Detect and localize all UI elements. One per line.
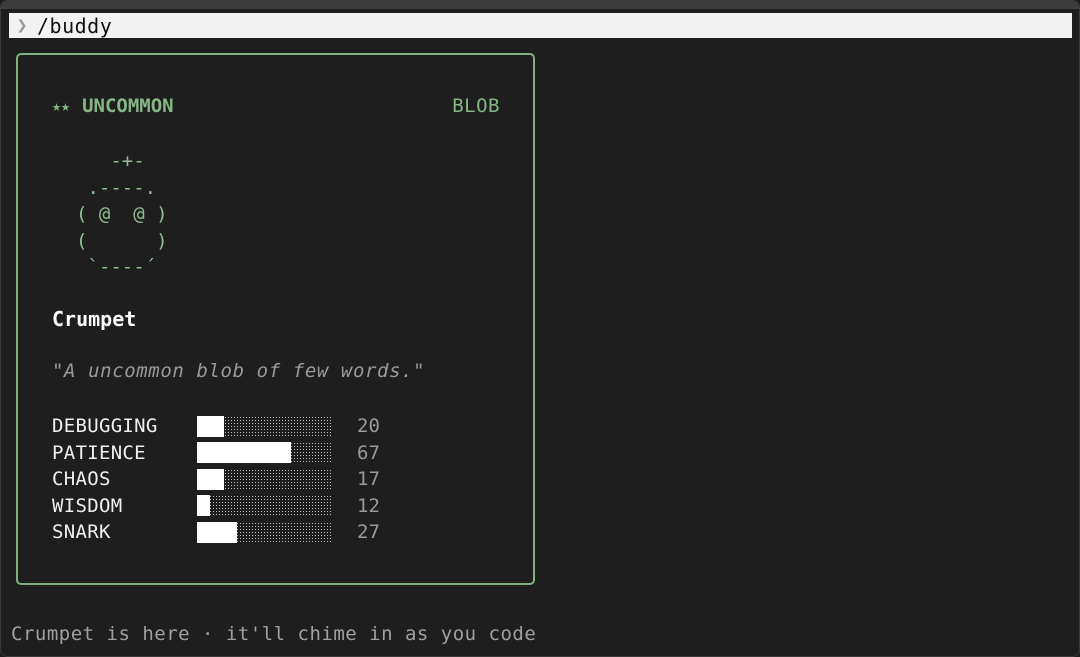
stat-value: 27: [357, 521, 380, 544]
stat-row: SNARK 27: [52, 519, 452, 546]
stat-bar: [197, 521, 331, 543]
prompt-chevron-icon: ❯: [16, 15, 28, 36]
stat-row: WISDOM 12: [52, 493, 452, 520]
stat-bar-fill: [197, 442, 291, 464]
stats-list: DEBUGGING 20 PATIENCE 67 CHAOS 17 WISDOM…: [52, 413, 452, 546]
stat-bar-fill: [197, 468, 224, 490]
status-message: Crumpet is here · it'll chime in as you …: [11, 623, 537, 645]
buddy-name: Crumpet: [52, 307, 137, 331]
stat-bar-fill: [197, 521, 238, 543]
stat-label: WISDOM: [52, 494, 123, 517]
stat-label: CHAOS: [52, 468, 111, 491]
stat-bar: [197, 468, 331, 490]
window-top-bar: [1, 1, 1079, 9]
rarity-label: UNCOMMON: [82, 95, 174, 117]
species-label: BLOB: [452, 95, 500, 117]
command-prompt[interactable]: ❯ /buddy: [9, 13, 1072, 38]
rarity-badge: ★★ UNCOMMON: [52, 95, 174, 117]
stat-bar: [197, 495, 331, 517]
stat-value: 20: [357, 415, 380, 438]
stat-row: PATIENCE 67: [52, 440, 452, 467]
stat-value: 17: [357, 468, 380, 491]
stat-bar: [197, 415, 331, 437]
terminal-window: ❯ /buddy ★★ UNCOMMON BLOB -+- .----. ( @…: [0, 0, 1080, 657]
rarity-stars-icon: ★★: [52, 97, 71, 115]
buddy-quote: "A uncommon blob of few words.": [52, 360, 426, 382]
blob-ascii-art: -+- .----. ( @ @ ) ( ) `----´: [76, 150, 168, 278]
buddy-card: ★★ UNCOMMON BLOB -+- .----. ( @ @ ) ( ) …: [16, 53, 535, 585]
stat-value: 67: [357, 441, 380, 464]
stat-bar-fill: [197, 415, 224, 437]
stat-row: DEBUGGING 20: [52, 413, 452, 440]
stat-value: 12: [357, 494, 380, 517]
stat-label: DEBUGGING: [52, 415, 158, 438]
command-text: /buddy: [37, 13, 113, 38]
stat-label: SNARK: [52, 521, 111, 544]
stat-label: PATIENCE: [52, 441, 146, 464]
stat-bar: [197, 442, 331, 464]
stat-row: CHAOS 17: [52, 466, 452, 493]
stat-bar-fill: [197, 495, 211, 517]
